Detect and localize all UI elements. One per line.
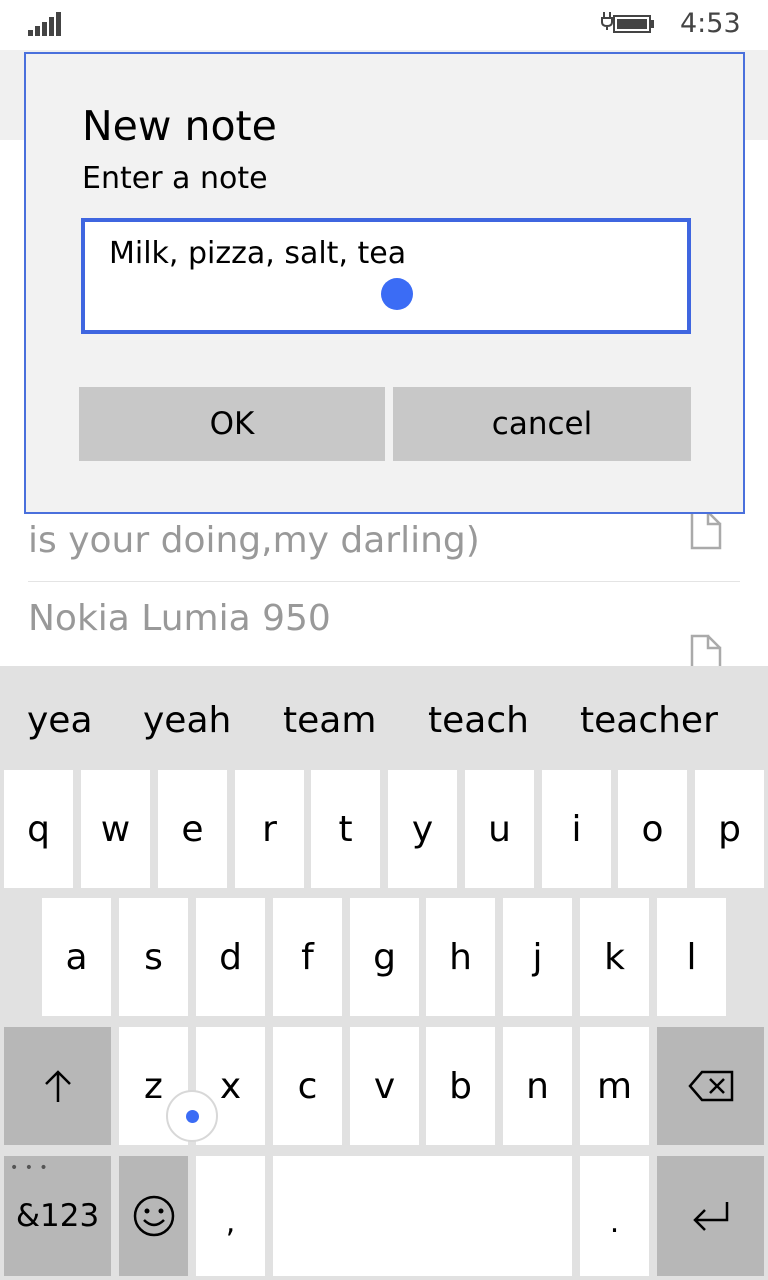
key-h[interactable]: h [426, 898, 495, 1016]
note-list-item-text: Nokia Lumia 950 [28, 598, 331, 639]
key-j[interactable]: j [503, 898, 572, 1016]
key-v[interactable]: v [350, 1027, 419, 1145]
ok-button[interactable]: OK [79, 387, 385, 461]
enter-key[interactable] [657, 1156, 764, 1276]
key-p[interactable]: p [695, 770, 764, 888]
smiley-icon [133, 1195, 174, 1237]
key-y[interactable]: y [388, 770, 457, 888]
suggestion-teach[interactable]: teach [428, 700, 529, 741]
battery-charging-icon [601, 12, 654, 33]
key-m[interactable]: m [580, 1027, 649, 1145]
key-e[interactable]: e [158, 770, 227, 888]
onscreen-keyboard: yea yeah team teach teacher q w e r t y … [0, 666, 768, 1280]
dialog-title: New note [82, 102, 277, 150]
key-r[interactable]: r [235, 770, 304, 888]
signal-bars-icon [28, 12, 61, 36]
key-k[interactable]: k [580, 898, 649, 1016]
key-a[interactable]: a [42, 898, 111, 1016]
key-i[interactable]: i [542, 770, 611, 888]
status-bar: 4:53 [0, 0, 768, 50]
shift-key[interactable] [4, 1027, 111, 1145]
backspace-key[interactable] [657, 1027, 764, 1145]
key-o[interactable]: o [618, 770, 687, 888]
suggestion-yea[interactable]: yea [27, 700, 93, 741]
note-input-value: Milk, pizza, salt, tea [109, 236, 407, 271]
key-g[interactable]: g [350, 898, 419, 1016]
key-s[interactable]: s [119, 898, 188, 1016]
enter-icon [692, 1202, 728, 1231]
key-t[interactable]: t [311, 770, 380, 888]
new-note-dialog: New note Enter a note Milk, pizza, salt,… [24, 52, 745, 514]
key-f[interactable]: f [273, 898, 342, 1016]
backspace-icon [687, 1070, 733, 1102]
touch-indicator [381, 278, 413, 310]
period-label: . [609, 1204, 620, 1240]
key-u[interactable]: u [465, 770, 534, 888]
comma-key[interactable]: , [196, 1156, 265, 1276]
cancel-button[interactable]: cancel [393, 387, 691, 461]
key-n[interactable]: n [503, 1027, 572, 1145]
dialog-subtitle: Enter a note [82, 161, 268, 196]
emoji-key[interactable] [119, 1156, 188, 1276]
touch-indicator [166, 1090, 218, 1142]
key-c[interactable]: c [273, 1027, 342, 1145]
suggestion-teacher[interactable]: teacher [580, 700, 718, 741]
comma-label: , [225, 1204, 236, 1240]
note-input[interactable]: Milk, pizza, salt, tea [81, 218, 691, 334]
space-key[interactable] [273, 1156, 572, 1276]
document-icon [690, 510, 722, 550]
key-b[interactable]: b [426, 1027, 495, 1145]
more-dots: • • • [10, 1160, 49, 1176]
symbols-label: &123 [15, 1198, 100, 1234]
period-key[interactable]: . [580, 1156, 649, 1276]
clock: 4:53 [680, 8, 741, 39]
suggestion-team[interactable]: team [283, 700, 376, 741]
suggestion-yeah[interactable]: yeah [143, 700, 231, 741]
symbols-key[interactable]: • • • &123 [4, 1156, 111, 1276]
key-d[interactable]: d [196, 898, 265, 1016]
key-l[interactable]: l [657, 898, 726, 1016]
shift-arrow-icon [44, 1070, 71, 1102]
list-divider [28, 581, 740, 582]
key-q[interactable]: q [4, 770, 73, 888]
key-w[interactable]: w [81, 770, 150, 888]
note-list-item-text: is your doing,my darling) [28, 520, 480, 561]
